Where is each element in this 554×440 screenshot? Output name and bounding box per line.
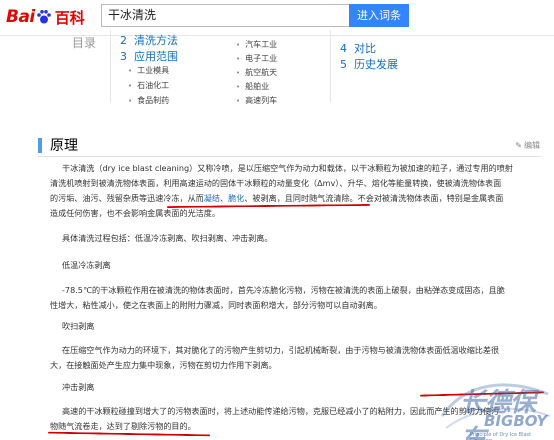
text-span: 、被剥离，且同时随气流清除。不会对被清洗物体表面，特别是金属表面 — [244, 193, 504, 203]
paw-icon — [36, 9, 52, 25]
toc-item-label: 对比 — [354, 42, 376, 55]
toc-divider — [330, 30, 331, 102]
edit-label: 编辑 — [524, 141, 540, 150]
toc-sub-item[interactable]: 航空航天 — [236, 67, 277, 78]
toc-sub-item[interactable]: 汽车工业 — [236, 39, 277, 50]
toc-sub-item[interactable]: 高速列车 — [236, 95, 277, 106]
toc-item-application[interactable]: 3 应用范围 — [120, 48, 178, 64]
link-embrittle[interactable]: 脆化 — [228, 193, 244, 203]
paragraph-line: 高速的干冰颗粒碰撞到增大了的污物表面时，将上述动能传递给污物，克服已经减小了的粘… — [62, 406, 500, 416]
toc-sub-item[interactable]: 电子工业 — [236, 53, 277, 64]
paragraph-line: 造成任何伤害，也不会影响金属表面的光洁度。 — [50, 208, 220, 218]
edit-button[interactable]: ✎ 编辑 — [515, 140, 540, 151]
toc-sub-item[interactable]: 工业模具 — [128, 65, 169, 76]
toc-divider — [110, 30, 111, 102]
watermark-brand-en: BIGBOY — [484, 412, 548, 430]
paragraph-line: 干冰清洗（dry ice blast cleaning）又称冷喷，是以压缩空气作… — [62, 163, 513, 173]
paragraph-line: 性增大，粘性减小，使之在表面上的附附力骤减，同时表面积增大，部分污物可以自动剥离… — [50, 300, 382, 310]
section-title: 原理 — [50, 138, 78, 154]
link-condense[interactable]: 凝结 — [204, 193, 220, 203]
toc-item-label: 清洗方法 — [134, 34, 178, 47]
pencil-icon: ✎ — [515, 141, 522, 150]
search-input[interactable]: 干冰清洗 — [101, 4, 349, 27]
paragraph-line: 清洗机喷射到被清洗物体表面，利用高速运动的固体干冰颗粒的动量变化（Δmv）、升华… — [50, 178, 502, 188]
paragraph-line: 的污垢、油污、残留杂质等迅速冷冻，从而凝结、脆化、被剥离，且同时随气流清除。不会… — [50, 191, 503, 206]
paragraph-line: -78.5℃的干冰颗粒作用在被清洗的物体表面时，首先冷冻脆化污物，污物在被清洗的… — [62, 285, 505, 295]
paragraph-line: 大，在接触面处产生应力集中现象，污物在剪切力作用下剥离。 — [50, 360, 277, 370]
toc-item-label: 应用范围 — [134, 50, 178, 63]
paragraph-line: 具体清洗过程包括：低温冷冻剥离、吹扫剥离、冲击剥离。 — [62, 233, 273, 243]
watermark-caption: Principle of Dry Ice Blast Cleaning — [470, 432, 532, 440]
baidu-baike-logo[interactable]: Bai 百科 — [6, 6, 85, 28]
toc-item-history[interactable]: 5 历史发展 — [340, 56, 398, 72]
section-accent-bar — [38, 138, 42, 153]
enter-entry-button[interactable]: 进入词条 — [349, 4, 409, 27]
paragraph-line: 在压缩空气作为动力的环境下，其对脆化了的污物产生剪切力，引起机械断裂，由于污物与… — [62, 345, 500, 355]
toc-item-label: 历史发展 — [354, 58, 398, 71]
text-span: 的污垢、油污、残留杂质等迅速冷冻，从而 — [50, 193, 204, 203]
toc-title: 目录 — [72, 36, 97, 50]
toc-sub-item[interactable]: 食品制药 — [128, 95, 169, 106]
subheading: 低温冷冻剥离 — [62, 260, 111, 270]
logo-baike-text: 百科 — [54, 8, 85, 27]
toc-item-cleaning-method[interactable]: 2 清洗方法 — [120, 32, 178, 48]
toc-sub-item[interactable]: 船舶业 — [236, 81, 269, 92]
toc-item-number: 2 — [120, 34, 127, 47]
top-bar: Bai 百科 干冰清洗 进入词条 — [0, 0, 554, 36]
table-of-contents: 目录 2清洗方法 3应用范围 工业模具 石油化工 食品制药 汽车工业 电子工业 … — [0, 30, 554, 126]
subheading: 冲击剥离 — [62, 382, 95, 392]
toc-item-number: 5 — [340, 58, 347, 71]
text-span: 、 — [220, 193, 229, 203]
section-divider — [38, 156, 541, 157]
toc-item-comparison[interactable]: 4 对比 — [340, 40, 376, 56]
toc-sub-item[interactable]: 石油化工 — [128, 80, 169, 91]
subheading: 吹扫剥离 — [62, 321, 95, 331]
toc-item-number: 4 — [340, 42, 347, 55]
logo-bai-text: Bai — [6, 7, 35, 27]
toc-item-number: 3 — [120, 50, 127, 63]
